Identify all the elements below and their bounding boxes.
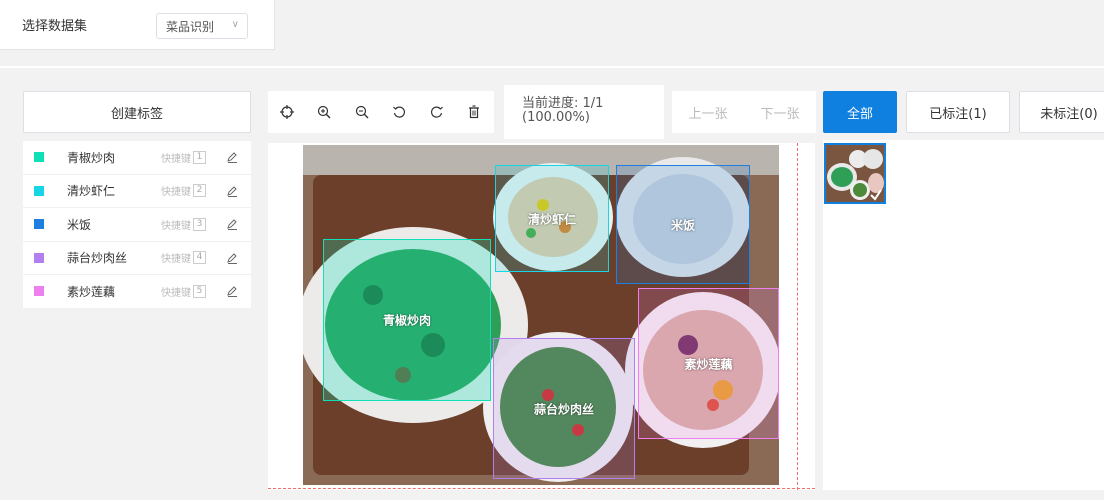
label-shortcut: 快捷键 2 — [161, 183, 206, 198]
edit-icon[interactable] — [226, 218, 238, 230]
annotation-box[interactable]: 米饭 — [616, 165, 750, 284]
zoom-in-button[interactable] — [306, 91, 344, 133]
shortcut-text: 快捷键 — [161, 187, 191, 199]
image-nav: 上一张 下一张 — [672, 91, 816, 133]
label-name: 清炒虾仁 — [67, 184, 116, 199]
delete-button[interactable] — [456, 91, 494, 133]
image-toolbar — [268, 91, 494, 133]
label-item[interactable]: 青椒炒肉 快捷键 1 — [23, 141, 251, 175]
image-thumbnail[interactable] — [824, 143, 886, 204]
rotate-right-icon — [430, 106, 443, 118]
shortcut-key: 1 — [193, 150, 206, 164]
edit-icon[interactable] — [226, 285, 238, 297]
guide-line-vertical — [797, 143, 798, 490]
zoom-in-icon — [318, 105, 331, 119]
label-color-swatch — [34, 252, 44, 263]
create-label-button[interactable]: 创建标签 — [23, 91, 251, 133]
annotation-box[interactable]: 清炒虾仁 — [495, 165, 609, 272]
zoom-out-icon — [355, 105, 369, 119]
label-item[interactable]: 米饭 快捷键 3 — [23, 208, 251, 242]
label-name: 素炒莲藕 — [67, 284, 116, 299]
label-list: 青椒炒肉 快捷键 1 清炒虾仁 快捷键 2 米饭 快捷键 3 蒜台炒肉丝 快捷键 4 素… — [23, 141, 251, 309]
shortcut-text: 快捷键 — [161, 220, 191, 232]
dataset-select[interactable]: 菜品识别 ∨ — [156, 13, 248, 39]
label-item[interactable]: 素炒莲藕 快捷键 5 — [23, 275, 251, 309]
annotation-box[interactable]: 素炒莲藕 — [638, 288, 779, 439]
dataset-select-value: 菜品识别 — [166, 19, 215, 34]
crosshair-button[interactable] — [268, 91, 306, 133]
shortcut-key: 2 — [193, 184, 206, 198]
label-color-swatch — [34, 286, 44, 297]
divider — [0, 66, 1104, 68]
progress-indicator: 当前进度: 1/1 (100.00%) — [504, 85, 664, 139]
label-color-swatch — [34, 219, 44, 230]
zoom-out-button[interactable] — [343, 91, 381, 133]
trash-icon — [469, 105, 480, 119]
shortcut-text: 快捷键 — [161, 254, 191, 266]
food-photo: 青椒炒肉 清炒虾仁 米饭 素炒莲藕 蒜台炒肉丝 — [303, 145, 779, 485]
annotation-label: 青椒炒肉 — [382, 313, 431, 328]
chevron-down-icon: ∨ — [231, 19, 239, 30]
edit-icon[interactable] — [226, 252, 238, 264]
next-image-button[interactable]: 下一张 — [744, 91, 816, 133]
edit-icon[interactable] — [226, 151, 238, 163]
annotation-box[interactable]: 蒜台炒肉丝 — [493, 338, 635, 479]
shortcut-text: 快捷键 — [161, 153, 191, 165]
filter-all-button[interactable]: 全部 — [823, 91, 897, 133]
shortcut-key: 4 — [193, 251, 206, 265]
rotate-left-icon — [393, 106, 406, 118]
label-item[interactable]: 蒜台炒肉丝 快捷键 4 — [23, 242, 251, 275]
progress-line1: 当前进度: 1/1 — [522, 96, 604, 111]
annotation-box[interactable]: 青椒炒肉 — [323, 239, 491, 401]
rotate-right-button[interactable] — [418, 91, 456, 133]
annotation-label: 米饭 — [670, 218, 695, 232]
edit-icon[interactable] — [226, 185, 238, 197]
guide-line-horizontal — [268, 488, 815, 489]
annotation-label: 清炒虾仁 — [527, 212, 576, 226]
filter-unlabeled-button[interactable]: 未标注(0) — [1019, 91, 1104, 133]
annotation-label: 素炒莲藕 — [684, 357, 733, 371]
annotation-label: 蒜台炒肉丝 — [533, 402, 594, 416]
label-item[interactable]: 清炒虾仁 快捷键 2 — [23, 175, 251, 208]
label-name: 米饭 — [67, 217, 92, 232]
progress-line2: (100.00%) — [522, 110, 590, 125]
label-name: 蒜台炒肉丝 — [67, 251, 128, 266]
label-shortcut: 快捷键 4 — [161, 250, 206, 265]
shortcut-key: 3 — [193, 217, 206, 231]
filter-labeled-button[interactable]: 已标注(1) — [906, 91, 1010, 133]
label-shortcut: 快捷键 1 — [161, 150, 206, 165]
check-icon — [870, 189, 882, 201]
label-shortcut: 快捷键 3 — [161, 217, 206, 232]
crosshair-icon — [279, 105, 294, 119]
shortcut-text: 快捷键 — [161, 287, 191, 299]
prev-image-button[interactable]: 上一张 — [672, 91, 744, 133]
label-color-swatch — [34, 185, 44, 196]
label-name: 青椒炒肉 — [67, 150, 116, 165]
dataset-bar: 选择数据集 菜品识别 ∨ — [0, 0, 275, 50]
label-shortcut: 快捷键 5 — [161, 284, 206, 299]
rotate-left-button[interactable] — [381, 91, 419, 133]
shortcut-key: 5 — [193, 284, 206, 298]
dataset-label: 选择数据集 — [22, 19, 88, 34]
label-color-swatch — [34, 152, 44, 163]
